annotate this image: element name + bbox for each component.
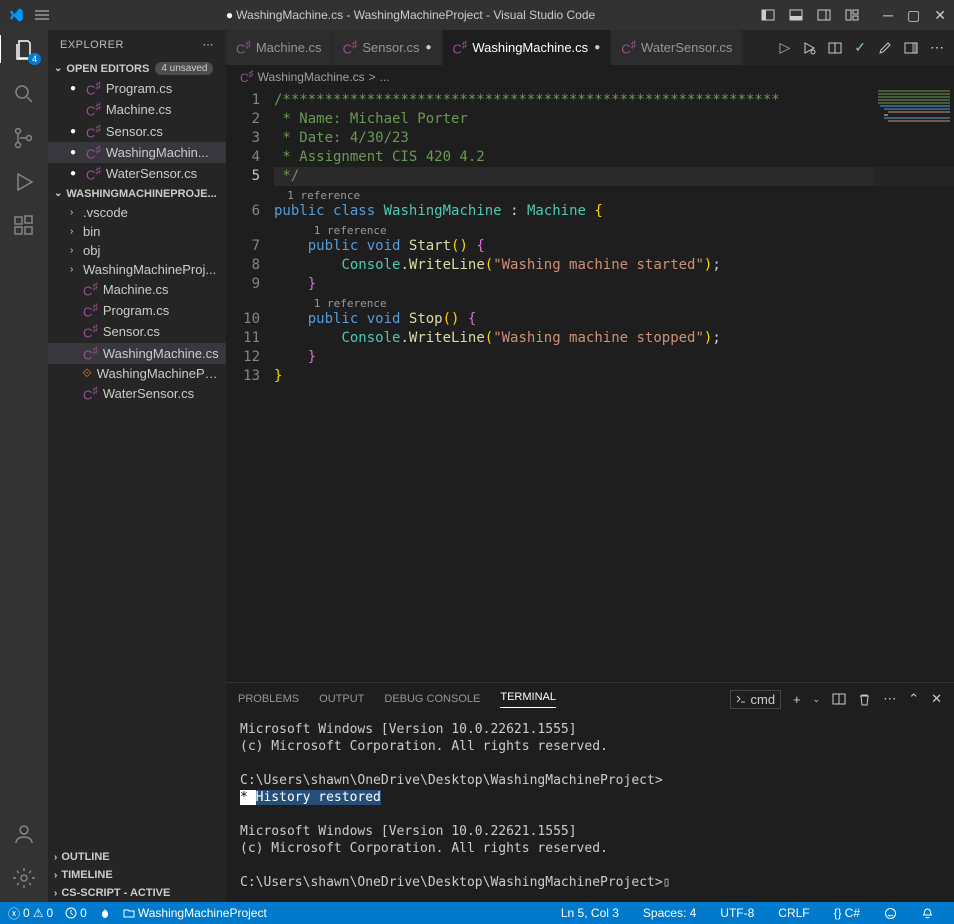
status-port[interactable]: 0 — [65, 906, 87, 920]
terminal-dropdown-icon[interactable]: ⌄ — [813, 694, 821, 705]
output-tab[interactable]: OUTPUT — [319, 693, 364, 705]
chevron-down-icon: ⌄ — [54, 188, 62, 199]
new-terminal-icon[interactable]: + — [793, 692, 801, 707]
outline-header[interactable]: ›OUTLINE — [48, 848, 226, 866]
hamburger-menu-icon[interactable] — [34, 7, 50, 23]
file-item[interactable]: C♯WaterSensor.cs — [48, 383, 226, 404]
tabs: C♯Machine.csC♯Sensor.cs●C♯WashingMachine… — [226, 30, 954, 65]
split-terminal-icon[interactable] — [832, 692, 846, 706]
split-icon[interactable] — [828, 41, 842, 55]
folder-item[interactable]: ›.vscode — [48, 203, 226, 222]
timeline-header[interactable]: ›TIMELINE — [48, 866, 226, 884]
layout-icon[interactable] — [845, 8, 859, 22]
source-control-icon[interactable] — [12, 126, 36, 150]
minimize-icon[interactable]: ─ — [883, 7, 893, 23]
status-flame-icon[interactable] — [99, 907, 111, 919]
titlebar: ●WashingMachine.cs - WashingMachineProje… — [0, 0, 954, 30]
status-errors[interactable]: ⓧ 0 ⚠ 0 — [8, 905, 53, 922]
vscode-logo-icon — [8, 7, 24, 23]
status-lncol[interactable]: Ln 5, Col 3 — [561, 906, 619, 920]
panel-left-icon[interactable] — [761, 8, 775, 22]
folder-item[interactable]: ›bin — [48, 222, 226, 241]
run-debug-icon[interactable] — [12, 170, 36, 194]
close-icon[interactable]: ✕ — [934, 7, 946, 24]
debug-icon[interactable] — [802, 41, 816, 55]
split-right-icon[interactable] — [904, 41, 918, 55]
editor-tab[interactable]: C♯WashingMachine.cs● — [443, 30, 612, 65]
editor-tab[interactable]: C♯Machine.cs — [226, 30, 333, 65]
folder-item[interactable]: ›obj — [48, 241, 226, 260]
activitybar: 4 — [0, 30, 48, 902]
open-editor-item[interactable]: C♯Machine.cs — [48, 99, 226, 120]
edit-icon[interactable] — [878, 41, 892, 55]
panel-more-icon[interactable]: ⋯ — [883, 691, 896, 707]
status-lang[interactable]: {} C# — [834, 906, 860, 920]
breadcrumb[interactable]: C♯ WashingMachine.cs > ... — [226, 65, 954, 89]
code-editor[interactable]: 12345678910111213 /*********************… — [226, 89, 954, 682]
status-project[interactable]: WashingMachineProject — [123, 906, 267, 920]
sidebar: EXPLORER ⋯ ⌄ OPEN EDITORS 4 unsaved ●C♯P… — [48, 30, 226, 902]
file-item[interactable]: C♯WashingMachine.cs — [48, 343, 226, 364]
status-encoding[interactable]: UTF-8 — [720, 906, 754, 920]
explorer-icon[interactable]: 4 — [12, 38, 36, 62]
chevron-down-icon: ⌄ — [54, 63, 62, 74]
search-icon[interactable] — [12, 82, 36, 106]
panel-close-icon[interactable]: ✕ — [931, 691, 942, 707]
open-editor-item[interactable]: ●C♯Program.cs — [48, 78, 226, 99]
statusbar: ⓧ 0 ⚠ 0 0 WashingMachineProject Ln 5, Co… — [0, 902, 954, 924]
editor-tab[interactable]: C♯WaterSensor.cs — [611, 30, 743, 65]
file-item[interactable]: ›WashingMachineProj... — [48, 260, 226, 279]
explorer-badge: 4 — [28, 53, 41, 65]
project-header[interactable]: ⌄ WASHINGMACHINEPROJE... — [48, 185, 226, 203]
open-editor-item[interactable]: ●C♯WaterSensor.cs — [48, 163, 226, 184]
terminal-output[interactable]: Microsoft Windows [Version 10.0.22621.15… — [226, 715, 954, 902]
panel-right-icon[interactable] — [817, 8, 831, 22]
open-editor-item[interactable]: ●C♯WashingMachin... — [48, 142, 226, 163]
window-title: ●WashingMachine.cs - WashingMachineProje… — [60, 8, 761, 22]
csharp-icon: C♯ — [240, 69, 254, 85]
settings-gear-icon[interactable] — [12, 866, 36, 890]
file-item[interactable]: C♯Sensor.cs — [48, 321, 226, 342]
extensions-icon[interactable] — [12, 214, 36, 238]
status-bell-icon[interactable] — [921, 906, 934, 920]
status-feedback-icon[interactable] — [884, 906, 897, 920]
problems-tab[interactable]: PROBLEMS — [238, 693, 299, 705]
sidebar-title: EXPLORER — [60, 39, 124, 51]
run-icon[interactable]: ▷ — [779, 39, 790, 56]
file-item[interactable]: C♯Machine.cs — [48, 279, 226, 300]
terminal-tab[interactable]: TERMINAL — [500, 691, 556, 708]
open-editors-header[interactable]: ⌄ OPEN EDITORS 4 unsaved — [48, 59, 226, 78]
more-icon[interactable]: ⋯ — [930, 39, 944, 56]
accounts-icon[interactable] — [12, 822, 36, 846]
terminal-profile[interactable]: cmd — [730, 690, 781, 709]
trash-icon[interactable] — [858, 693, 871, 706]
status-eol[interactable]: CRLF — [778, 906, 809, 920]
debug-console-tab[interactable]: DEBUG CONSOLE — [384, 693, 480, 705]
minimap[interactable] — [874, 89, 954, 682]
open-editor-item[interactable]: ●C♯Sensor.cs — [48, 121, 226, 142]
status-spaces[interactable]: Spaces: 4 — [643, 906, 696, 920]
maximize-icon[interactable]: ▢ — [907, 7, 920, 24]
sidebar-more-icon[interactable]: ⋯ — [203, 38, 215, 51]
unsaved-badge: 4 unsaved — [155, 62, 213, 75]
panel-maximize-icon[interactable]: ⌃ — [908, 691, 919, 707]
panel-bottom-icon[interactable] — [789, 8, 803, 22]
file-item[interactable]: ⟐WashingMachineProj... — [48, 364, 226, 383]
panel: PROBLEMS OUTPUT DEBUG CONSOLE TERMINAL c… — [226, 682, 954, 902]
csscript-header[interactable]: ›CS-SCRIPT - ACTIVE — [48, 884, 226, 902]
check-icon[interactable]: ✓ — [854, 39, 866, 56]
editor-group: C♯Machine.csC♯Sensor.cs●C♯WashingMachine… — [226, 30, 954, 902]
file-item[interactable]: C♯Program.cs — [48, 300, 226, 321]
history-restored: History restored — [256, 790, 381, 805]
editor-tab[interactable]: C♯Sensor.cs● — [333, 30, 443, 65]
